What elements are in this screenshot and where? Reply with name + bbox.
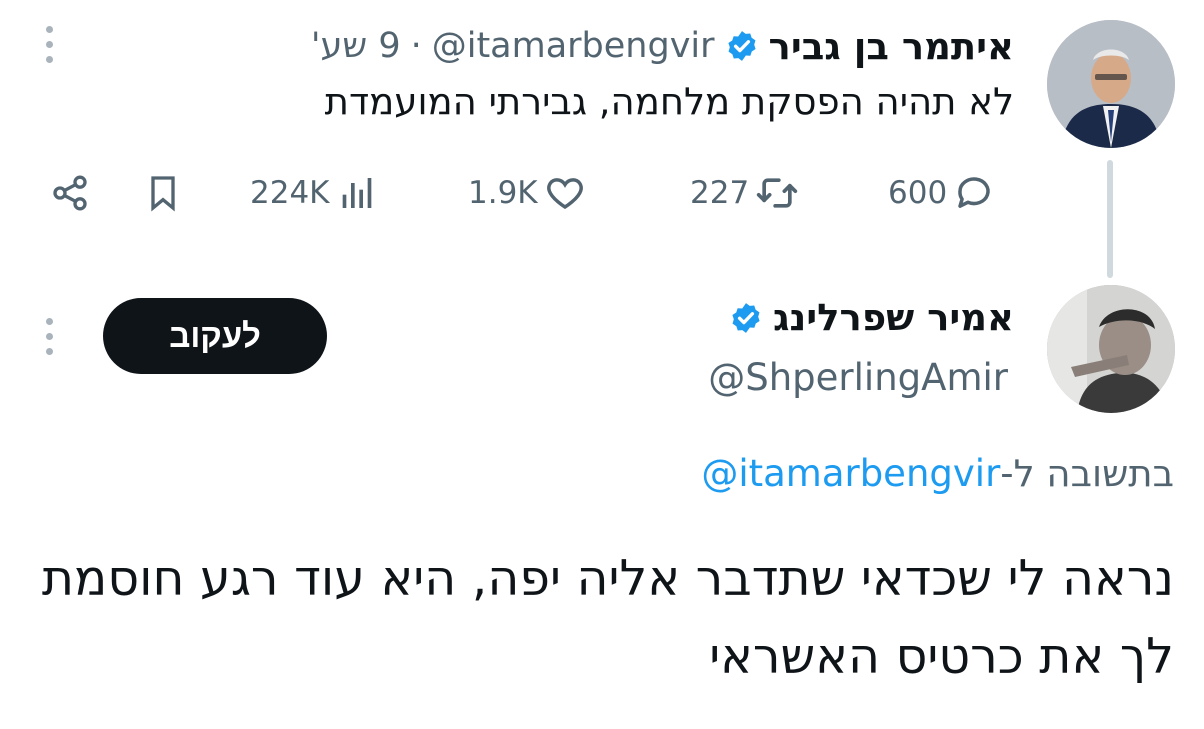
repost-count: 227 [690,175,750,211]
author-avatar[interactable] [1047,20,1175,148]
author-handle[interactable]: @itamarbengvir [432,26,715,66]
follow-button[interactable]: לעקוב [103,298,327,374]
repost-icon [755,171,799,215]
bookmark-button[interactable] [143,173,183,213]
bookmark-icon [143,173,183,213]
views-button[interactable]: 224K [250,173,376,213]
reply-prefix: בתשובה ל- [1000,452,1174,495]
more-icon[interactable] [44,26,54,63]
reply-mention-link[interactable]: @itamarbengvir [701,452,1000,495]
author-name[interactable]: איתמר בן גביר [769,25,1014,68]
reply-context: בתשובה ל-@itamarbengvir [701,452,1174,495]
meta-separator: · [410,26,422,66]
like-button[interactable]: 1.9K [468,172,586,214]
views-count: 224K [250,175,330,211]
reply-text: נראה לי שכדאי שתדבר אליה יפה, היא עוד רג… [41,550,1174,685]
like-icon [544,172,586,214]
tweet-text: לא תהיה הפסקת מלחמה, גבירתי המועמדת [324,80,1014,123]
reply-count: 600 [888,175,948,211]
reply-author-handle[interactable]: @ShperlingAmir [708,356,1008,399]
reply-button[interactable]: 600 [888,172,995,214]
verified-badge-icon [725,29,759,63]
repost-button[interactable]: 227 [690,171,799,215]
like-count: 1.9K [468,175,538,211]
more-icon[interactable] [44,318,54,355]
verified-badge-icon [729,301,763,335]
tweet-actions: 224K 1.9K 227 600 [0,168,1204,218]
reply-author-name[interactable]: אמיר שפרלינג [773,296,1014,339]
reply-icon [953,172,995,214]
reply-author-avatar[interactable] [1047,285,1175,413]
share-button[interactable] [50,173,90,213]
tweet-header: איתמר בן גביר @itamarbengvir · 9 שע' [311,24,1014,68]
tweet-time[interactable]: 9 שע' [311,26,401,66]
share-icon [50,173,90,213]
views-icon [336,173,376,213]
reply-header: אמיר שפרלינג [729,296,1014,339]
